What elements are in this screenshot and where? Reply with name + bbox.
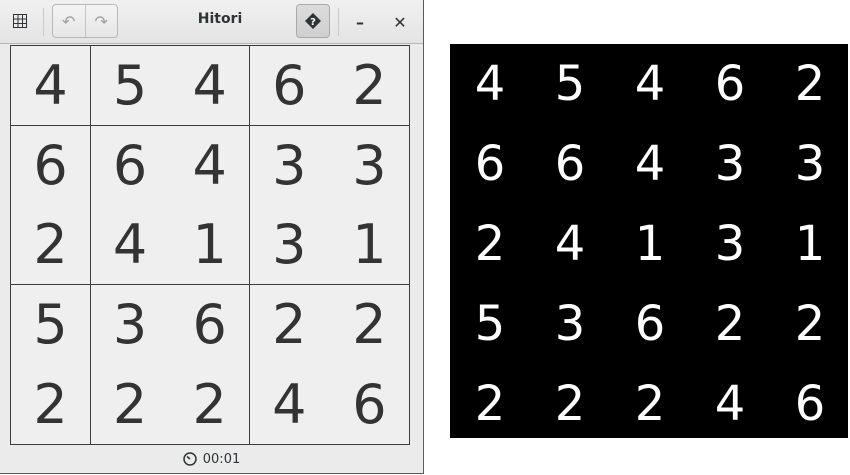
reference-grid: 4546266433241315362222246 [450,44,848,438]
redo-button[interactable]: ↷ [84,5,118,37]
board-cell[interactable]: 2 [249,284,330,365]
reference-cell: 2 [794,56,826,112]
header-bar: ↶ ↷ Hitori ? – ✕ [0,0,423,44]
board-cell[interactable]: 4 [11,46,91,126]
reference-cell: 5 [554,56,586,112]
board-cell[interactable]: 3 [249,125,330,206]
help-diamond-icon: ? [305,13,321,29]
separator [338,8,339,36]
board-cell[interactable]: 2 [11,364,91,445]
reference-cell: 2 [474,216,506,272]
board-cell[interactable]: 2 [329,46,410,126]
minimize-icon: – [356,12,364,32]
window-title: Hitori [197,11,243,27]
board-cell[interactable]: 6 [11,125,91,206]
board-cell[interactable]: 5 [90,46,171,126]
close-button[interactable]: ✕ [388,10,412,34]
svg-text:?: ? [310,17,316,28]
undo-redo-group: ↶ ↷ [52,4,118,38]
clock-icon [183,452,197,466]
reference-cell: 2 [794,296,826,352]
timer-label: 00:01 [202,451,241,467]
board-cell[interactable]: 2 [90,364,171,445]
reference-cell: 2 [714,296,746,352]
reference-cell: 2 [554,376,586,432]
status-bar: 00:01 [0,449,423,469]
reference-cell: 6 [554,136,586,192]
board-cell[interactable]: 6 [249,46,330,126]
board-cell[interactable]: 3 [329,125,410,206]
board-cell[interactable]: 5 [11,284,91,365]
reference-cell: 4 [634,136,666,192]
board-cell[interactable]: 6 [170,284,251,365]
board-cell[interactable]: 3 [249,205,330,286]
reference-cell: 2 [474,376,506,432]
board-cell[interactable]: 2 [170,364,251,445]
board-cell[interactable]: 1 [170,205,251,286]
board-cell[interactable]: 2 [329,284,410,365]
help-button[interactable]: ? [296,4,330,38]
redo-icon: ↷ [94,11,108,31]
reference-cell: 3 [554,296,586,352]
undo-icon: ↶ [62,11,76,31]
reference-cell: 1 [794,216,826,272]
board-cell[interactable]: 1 [329,205,410,286]
reference-cell: 5 [474,296,506,352]
close-icon: ✕ [393,12,407,32]
reference-cell: 1 [634,216,666,272]
reference-cell: 4 [554,216,586,272]
reference-cell: 3 [714,216,746,272]
board-cell[interactable]: 6 [329,364,410,445]
board-cell[interactable]: 4 [249,364,330,445]
reference-cell: 4 [474,56,506,112]
separator [43,8,44,36]
reference-cell: 6 [474,136,506,192]
minimize-button[interactable]: – [348,10,372,34]
reference-cell: 6 [634,296,666,352]
board-cell[interactable]: 4 [170,46,251,126]
reference-cell: 3 [794,136,826,192]
board-cell[interactable]: 6 [90,125,171,206]
reference-cell: 2 [634,376,666,432]
grid-menu-icon [13,14,27,28]
board-cell[interactable]: 4 [170,125,251,206]
reference-cell: 4 [634,56,666,112]
puzzle-board: 4546266433241315362222246 [10,45,410,445]
hitori-window: ↶ ↷ Hitori ? – ✕ 45462664332413153622222… [0,0,424,474]
reference-cell: 6 [794,376,826,432]
board-cell[interactable]: 4 [90,205,171,286]
reference-cell: 4 [714,376,746,432]
board-cell[interactable]: 2 [11,205,91,286]
reference-cell: 6 [714,56,746,112]
menu-button[interactable] [7,9,33,33]
reference-cell: 3 [714,136,746,192]
board-cell[interactable]: 3 [90,284,171,365]
undo-button[interactable]: ↶ [53,5,85,37]
